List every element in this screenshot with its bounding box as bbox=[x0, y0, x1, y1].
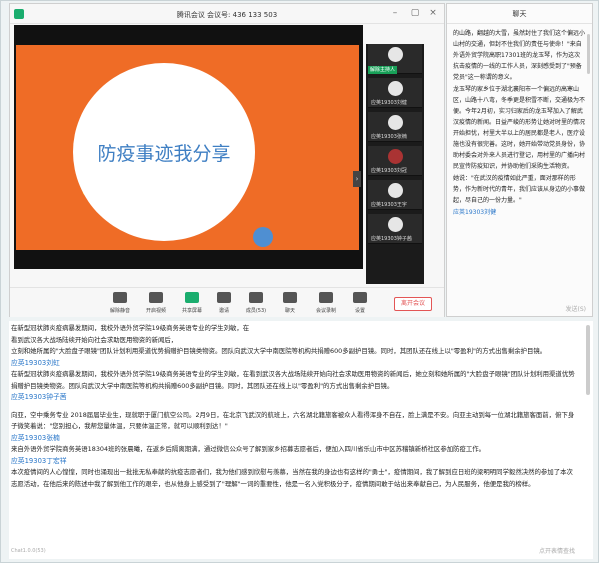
participant-thumb[interactable]: 应英19303张楠 bbox=[368, 112, 422, 142]
participant-name: 应英19303王宇 bbox=[371, 202, 407, 208]
doc-footer-left: Chat1.0.0(53) bbox=[11, 548, 46, 554]
doc-paragraph: 看到武汉各大战场陆续开始向社会求助医用物资的新闻后， bbox=[11, 335, 178, 344]
chat-panel: 聊天 的山路，翻越的大雪，虽然封住了我们这个偏远小山村的交通，但封不住我们的责任… bbox=[446, 3, 593, 317]
participant-thumb[interactable]: 应英19303钟子茜 bbox=[368, 214, 422, 244]
avatar bbox=[388, 183, 403, 198]
toolbar-label: 设置 bbox=[354, 308, 365, 314]
presentation-slide: 防疫事迹我分享 bbox=[16, 45, 359, 250]
doc-author: 应英19303丁宏祥 bbox=[11, 456, 67, 465]
toolbar-label: 聊天 bbox=[284, 308, 295, 314]
avatar bbox=[388, 47, 403, 62]
meeting-window: 腾讯会议 会议号: 436 133 503 – ▢ × 防疫事迹我分享 › 解除… bbox=[9, 3, 445, 317]
camera-icon bbox=[149, 292, 163, 303]
toolbar-label: 共享屏幕 bbox=[181, 308, 202, 314]
doc-author: 应英19303刘虹 bbox=[11, 358, 60, 367]
microphone-icon bbox=[113, 292, 127, 303]
doc-author: 应英19303钟子茜 bbox=[11, 393, 67, 401]
avatar bbox=[388, 81, 403, 96]
toolbar-label: 成员(53) bbox=[245, 308, 267, 314]
close-icon[interactable]: × bbox=[428, 8, 438, 18]
chat-messages: 的山路，翻越的大雪，虽然封住了我们这个偏远小山村的交通，但封不住我们的责任与使命… bbox=[453, 28, 585, 252]
participant-name: 应英19303钟子茜 bbox=[371, 236, 412, 242]
chat-title: 聊天 bbox=[447, 4, 592, 24]
document-content: 在新型冠状肺炎疫病暴发期间，我校外语外贸学院19级商务英语专业的学生刘敏，在 看… bbox=[11, 323, 579, 490]
meeting-toolbar: 解除静音 开启视频 共享屏幕 邀请 成员(53) 聊天 会议录制 设置 离开会议 bbox=[10, 287, 444, 317]
chat-sender: 应英19303刘健 bbox=[453, 209, 497, 216]
leave-meeting-button[interactable]: 离开会议 bbox=[394, 297, 432, 311]
avatar bbox=[388, 115, 403, 130]
document-area: 在新型冠状肺炎疫病暴发期间，我校外语外贸学院19级商务英语专业的学生刘敏，在 看… bbox=[9, 321, 593, 559]
minimize-icon[interactable]: – bbox=[390, 8, 400, 18]
doc-paragraph: 本次疫情间的人心惶惶，同时也涌现出一批批无私奉献的抗疫志愿者们，我为他们感到欣慰… bbox=[11, 468, 573, 488]
doc-footer-right[interactable]: 点开表情查找 bbox=[539, 546, 575, 555]
doc-paragraph: 向亚，空中乘务专业 2018届届毕业生，现就职于厦门航空公司。2月9日，在北京飞… bbox=[11, 410, 575, 431]
title-bar: 腾讯会议 会议号: 436 133 503 – ▢ × bbox=[10, 4, 444, 24]
chat-send-button[interactable]: 发送(S) bbox=[566, 304, 587, 313]
shared-screen: 防疫事迹我分享 › bbox=[14, 25, 363, 269]
chat-scrollbar[interactable] bbox=[587, 34, 590, 74]
participant-thumb[interactable]: 应英19303刘冠 bbox=[368, 146, 422, 176]
participant-thumb[interactable]: 解除主持人 bbox=[368, 44, 422, 74]
window-title: 腾讯会议 会议号: 436 133 503 bbox=[176, 11, 278, 19]
doc-author: 应英19303张楠 bbox=[11, 433, 60, 442]
members-icon bbox=[249, 292, 263, 303]
chat-message: 龙玉琴的家乡位于湖北襄阳市一个偏远的高寒山区，山路十八弯，冬季更是积雪不断，交通… bbox=[453, 86, 585, 170]
invite-icon bbox=[217, 292, 231, 303]
settings-button[interactable]: 设置 bbox=[340, 292, 380, 314]
maximize-icon[interactable]: ▢ bbox=[410, 8, 420, 18]
participant-name: 应英19303刘冠 bbox=[371, 168, 407, 174]
share-screen-icon bbox=[185, 292, 199, 303]
toolbar-label: 邀请 bbox=[218, 308, 229, 314]
record-icon bbox=[319, 292, 333, 303]
gear-icon bbox=[353, 292, 367, 303]
slide-title: 防疫事迹我分享 bbox=[97, 143, 231, 165]
chat-icon bbox=[283, 292, 297, 303]
toolbar-label: 会议录制 bbox=[315, 308, 336, 314]
avatar bbox=[388, 149, 403, 164]
participant-name: 应英19303刘健 bbox=[371, 100, 407, 106]
host-badge: 解除主持人 bbox=[368, 66, 398, 74]
screen-frame: 腾讯会议 会议号: 436 133 503 – ▢ × 防疫事迹我分享 › 解除… bbox=[0, 0, 599, 563]
document-scrollbar[interactable] bbox=[586, 325, 590, 395]
participant-name: 应英19303张楠 bbox=[371, 134, 407, 140]
doc-paragraph: 在新型冠状肺炎疫病暴发期间，我校外语外贸学院19级商务英语专业的学生刘敏，在看到… bbox=[11, 370, 575, 390]
collapse-panel-icon[interactable]: › bbox=[353, 171, 361, 187]
chat-button[interactable]: 聊天 bbox=[270, 292, 310, 314]
slide-dot bbox=[253, 227, 273, 247]
participant-thumb[interactable]: 应英19303刘健 bbox=[368, 78, 422, 108]
participant-thumb[interactable]: 应英19303王宇 bbox=[368, 180, 422, 210]
video-button[interactable]: 开启视频 bbox=[136, 292, 176, 314]
participant-video-list: 解除主持人 应英19303刘健 应英19303张楠 应英19303刘冠 应英19… bbox=[366, 44, 424, 284]
chat-message: 的山路，翻越的大雪，虽然封住了我们这个偏远小山村的交通，但封不住我们的责任与使命… bbox=[453, 30, 585, 81]
toolbar-label: 开启视频 bbox=[145, 308, 166, 314]
mute-button[interactable]: 解除静音 bbox=[100, 292, 140, 314]
doc-paragraph: 来自外语外贸学院商务英语18304班的张晨曦，在返乡后隔离期满，通过微信公众号了… bbox=[11, 445, 486, 453]
chat-message: 她说："在武汉的疫情如此严重，面对那样的形势，作为新时代的青年，我们应该从身边的… bbox=[453, 175, 585, 204]
doc-paragraph: 立刻和她所属的"大脸盘子眼镜"团队计划利用渠道优势捐赠护目镜类物资。团队向武汉大… bbox=[11, 347, 547, 355]
avatar bbox=[388, 217, 403, 232]
toolbar-label: 解除静音 bbox=[109, 308, 130, 314]
doc-paragraph: 在新型冠状肺炎疫病暴发期间，我校外语外贸学院19级商务英语专业的学生刘敏，在 bbox=[11, 324, 250, 332]
